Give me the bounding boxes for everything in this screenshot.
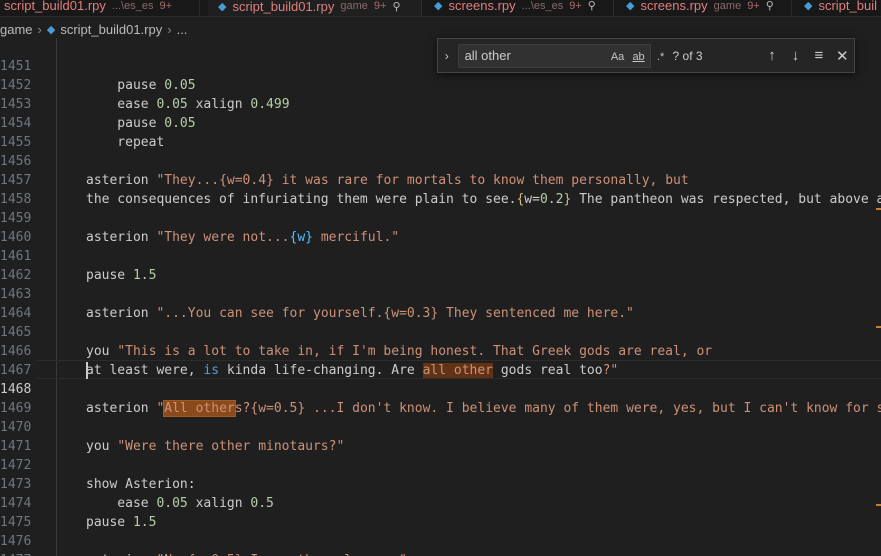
tab-description: ...\es_es — [111, 0, 154, 12]
code-line: 1472 show Asterion: — [0, 437, 881, 492]
code-line: 1458 — [0, 171, 881, 207]
tab-script-build01-es[interactable]: script_build01.rpy ...\es_es 9+ — [0, 0, 200, 16]
code-line: 1466 at least were, is kinda life-changi… — [0, 323, 881, 378]
code-line: 1469 — [0, 380, 881, 416]
code-line: 1463 asterion "...You can see for yourse… — [0, 266, 881, 321]
breadcrumb-symbol[interactable]: ... — [177, 22, 188, 37]
code-line-current: 1468 asterion "All others?{w=0.5} ...I d… — [0, 361, 881, 417]
code-line: 1454 repeat — [0, 95, 881, 150]
chevron-right-icon: › — [37, 21, 42, 37]
code-line: 1460 — [0, 209, 881, 245]
python-file-icon: ◆ — [804, 0, 813, 12]
find-input[interactable]: all other Aa ab .* — [457, 43, 664, 68]
python-file-icon: ◆ — [218, 0, 227, 13]
pin-icon[interactable]: ⚲ — [766, 0, 774, 12]
find-query: all other — [464, 48, 511, 63]
problems-badge: 9+ — [373, 0, 387, 12]
whole-word-button[interactable]: ab — [629, 48, 649, 66]
toggle-replace-chevron-icon[interactable]: › — [438, 38, 456, 73]
tab-label: script_build01.rpy — [4, 0, 106, 13]
text-cursor — [86, 362, 88, 379]
breadcrumb-file[interactable]: script_build01.rpy — [60, 22, 162, 37]
code-line: 1470 you "Were there other minotaurs?" — [0, 399, 881, 454]
python-file-icon: ◆ — [46, 23, 56, 36]
tab-label: script_buil — [818, 0, 877, 13]
pin-icon[interactable]: ⚲ — [392, 0, 400, 13]
scrollbar-match-marker — [876, 504, 881, 506]
next-match-arrow-icon[interactable]: ↓ — [784, 44, 807, 68]
code-editor[interactable]: 1451 pause 0.05 1452 ease 0.05 xalign 0.… — [0, 38, 881, 556]
find-in-selection-icon[interactable]: ≡ — [807, 44, 830, 68]
tab-description: game — [713, 0, 742, 12]
problems-badge: 9+ — [747, 0, 760, 12]
code-line: 1457 the consequences of infuriating the… — [0, 152, 881, 207]
code-line: 1456 asterion "They...{w=0.4} it was rar… — [0, 133, 881, 188]
code-line: 1461 pause 1.5 — [0, 228, 881, 283]
find-widget: › all other Aa ab .* ? of 3 ↑ ↓ ≡ ✕ — [437, 38, 855, 73]
close-icon[interactable]: ✕ — [831, 44, 854, 68]
python-file-icon: ◆ — [434, 0, 443, 12]
code-line: 1455 — [0, 114, 881, 150]
regex-button[interactable]: .* — [653, 48, 669, 66]
code-line: 1464 — [0, 285, 881, 321]
code-line: 1474 pause 1.5 — [0, 475, 881, 530]
tab-screens-es[interactable]: ◆ screens.rpy ...\es_es 9+ ⚲ — [424, 0, 614, 16]
previous-match-arrow-icon[interactable]: ↑ — [760, 44, 783, 68]
code-line: 1465 you "This is a lot to take in, if I… — [0, 304, 881, 359]
chevron-right-icon: › — [167, 21, 172, 37]
tab-screens-game[interactable]: ◆ screens.rpy game 9+ ⚲ — [616, 0, 792, 16]
breadcrumb-folder[interactable]: game — [0, 22, 33, 37]
code-line: 1471 — [0, 418, 881, 454]
scrollbar-match-marker — [876, 208, 881, 210]
line-number: 1477 — [0, 551, 31, 556]
code-line: 1459 asterion "They were not...{w} merci… — [0, 190, 881, 245]
tab-label: screens.rpy — [640, 0, 708, 13]
code-line: 1476 asterion "No.{w=0.5} I was the only… — [0, 513, 881, 556]
problems-badge: 9+ — [569, 0, 582, 12]
match-case-button[interactable]: Aa — [609, 48, 627, 66]
tab-label: script_build01.rpy — [232, 0, 335, 14]
code-line: 1462 — [0, 247, 881, 283]
match-count: ? of 3 — [672, 48, 703, 63]
scrollbar-match-marker — [876, 326, 881, 328]
code-line: 1473 ease 0.05 xalign 0.5 — [0, 456, 881, 511]
python-file-icon: ◆ — [626, 0, 635, 12]
line-text: asterion "No.{w=0.5} I was the only one.… — [86, 551, 407, 556]
pin-icon[interactable]: ⚲ — [588, 0, 596, 12]
problems-badge: 9+ — [159, 0, 173, 12]
breadcrumb: game › ◆ script_build01.rpy › ... — [0, 18, 881, 40]
tab-description: game — [340, 0, 368, 12]
code-line: 1477 — [0, 532, 881, 556]
code-line: 1467 — [0, 342, 881, 378]
code-line: 1453 pause 0.05 — [0, 76, 881, 131]
tab-bar: script_build01.rpy ...\es_es 9+ ◆ script… — [0, 0, 881, 17]
tab-script-build-other[interactable]: ◆ script_buil — [794, 0, 881, 16]
tab-label: screens.rpy — [448, 0, 516, 13]
tab-script-build01-game[interactable]: ◆ script_build01.rpy game 9+ ⚲ — [208, 0, 422, 16]
code-line: 1475 — [0, 494, 881, 530]
tab-description: ...\es_es — [521, 0, 564, 12]
